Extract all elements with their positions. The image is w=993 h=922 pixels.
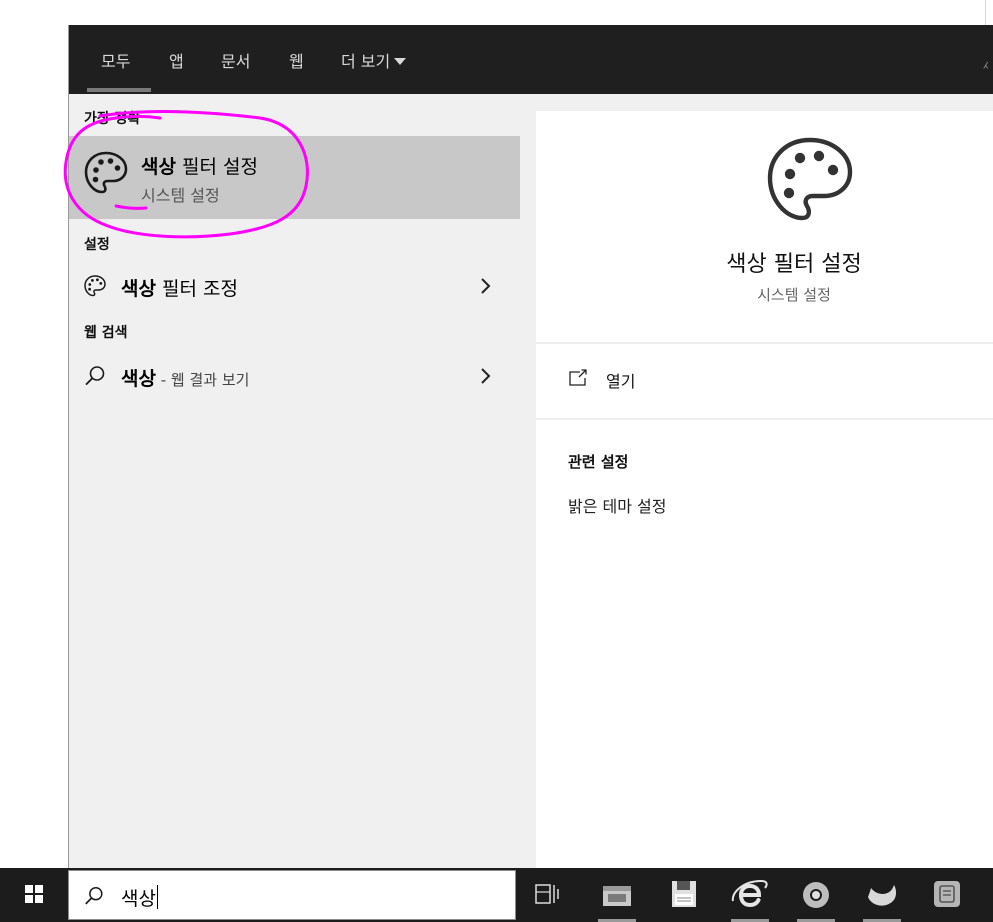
taskbar-app-internet-explorer[interactable] [727, 875, 773, 922]
palette-icon [84, 151, 128, 194]
tab-all[interactable]: 모두 [101, 48, 130, 72]
related-link-light-theme[interactable]: 밝은 테마 설정 [568, 493, 667, 517]
web-search-label: 색상 - 웹 결과 보기 [121, 364, 249, 391]
settings-item-label-rest: 필터 조정 [155, 278, 238, 300]
feedback-icon[interactable]: ⁁ [984, 53, 988, 69]
start-button[interactable] [0, 868, 68, 922]
search-panel: 모두 앱 문서 웹 더 보기 ⁁ 가장 정확 색상 필터 설정 시스템 설정 설… [68, 25, 993, 868]
open-label: 열기 [606, 372, 636, 391]
tab-more[interactable]: 더 보기 [341, 48, 407, 72]
best-match-title: 색상 필터 설정 [141, 152, 258, 179]
preview-subtitle: 시스템 설정 [757, 286, 831, 304]
group-header-best-match: 가장 정확 [84, 111, 141, 127]
group-header-settings: 설정 [84, 237, 110, 253]
caret-down-icon [394, 57, 407, 65]
desktop-background-left [0, 25, 68, 868]
settings-item-label-bold: 색상 [121, 278, 156, 300]
best-match-title-rest: 필터 설정 [175, 156, 258, 178]
floppy-disk-icon [672, 881, 696, 907]
open-button[interactable]: 열기 [536, 361, 993, 399]
search-filter-bar: 모두 앱 문서 웹 더 보기 ⁁ [69, 25, 993, 94]
settings-item-label: 색상 필터 조정 [121, 274, 238, 301]
web-search-item[interactable]: 색상 - 웹 결과 보기 [69, 358, 520, 394]
open-external-icon [569, 369, 587, 386]
tab-apps[interactable]: 앱 [169, 48, 184, 72]
active-tab-indicator [87, 88, 151, 92]
taskbar-app-bird[interactable] [859, 875, 905, 922]
internet-explorer-icon [731, 879, 768, 908]
desktop-background [0, 0, 993, 25]
windows-logo-icon [25, 885, 43, 903]
search-input[interactable]: 색상 [121, 884, 158, 911]
task-view-icon [535, 884, 559, 904]
related-settings-header: 관련 설정 [568, 453, 629, 471]
taskbar-app-extra[interactable] [925, 875, 971, 915]
settings-item-color-filter[interactable]: 색상 필터 조정 [69, 268, 520, 304]
search-icon [85, 887, 103, 905]
best-match-subtitle: 시스템 설정 [141, 186, 220, 205]
best-match-item[interactable]: 색상 필터 설정 시스템 설정 [69, 136, 520, 219]
preview-pane: 색상 필터 설정 시스템 설정 열기 관련 설정 밝은 테마 설정 [536, 111, 993, 868]
text-caret [156, 885, 158, 909]
divider [536, 418, 993, 420]
search-query-text: 색상 [121, 888, 156, 910]
group-header-web-search: 웹 검색 [84, 325, 128, 341]
taskbar-app-file-explorer[interactable] [594, 875, 640, 922]
results-list: 가장 정확 색상 필터 설정 시스템 설정 설정 색상 필터 조정 웹 검색 색… [69, 94, 520, 868]
taskbar-search-box[interactable]: 색상 [68, 870, 516, 920]
palette-icon [84, 275, 106, 297]
tab-documents[interactable]: 문서 [221, 48, 250, 72]
search-icon [85, 366, 105, 386]
window-divider [985, 0, 986, 25]
folder-icon [603, 886, 631, 906]
divider [536, 342, 993, 344]
chevron-right-icon [481, 368, 491, 384]
taskbar-app-browser[interactable] [793, 875, 839, 922]
app-tile-icon [934, 881, 960, 907]
task-view-button[interactable] [528, 875, 574, 915]
browser-icon [803, 882, 829, 908]
bird-app-icon [868, 885, 897, 906]
taskbar-app-save[interactable] [661, 875, 707, 915]
tab-web[interactable]: 웹 [289, 48, 304, 72]
palette-icon [767, 137, 853, 221]
chevron-right-icon [481, 278, 491, 294]
best-match-title-bold: 색상 [141, 156, 176, 178]
web-search-query: 색상 [121, 368, 156, 390]
preview-title: 색상 필터 설정 [726, 252, 862, 277]
web-search-suffix: - 웹 결과 보기 [155, 371, 250, 389]
taskbar: 색상 [0, 868, 993, 922]
tab-more-label: 더 보기 [341, 52, 391, 71]
